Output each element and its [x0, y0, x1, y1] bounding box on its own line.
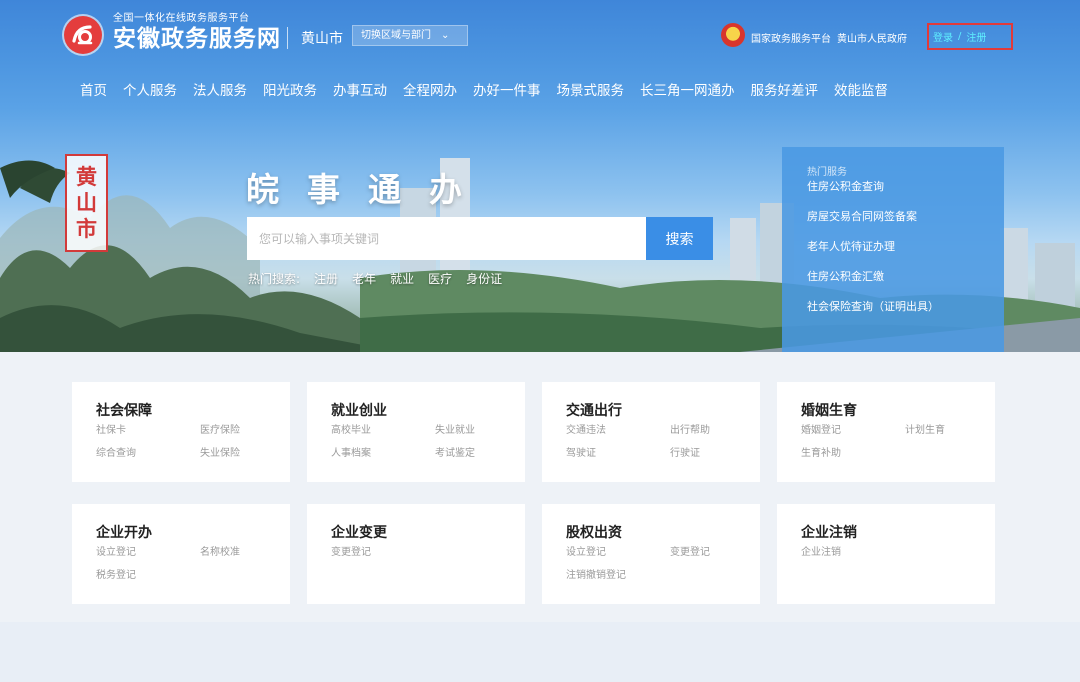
nav-item-personal[interactable]: 个人服务 [123, 79, 177, 99]
search-button[interactable]: 搜索 [646, 217, 713, 260]
category-link[interactable]: 医疗保险 [200, 424, 304, 437]
category-link[interactable]: 失业保险 [200, 447, 304, 460]
category-card-employment: 就业创业 高校毕业 失业就业 人事档案 考试鉴定 [307, 382, 525, 482]
nav-item-rating[interactable]: 服务好差评 [751, 79, 819, 99]
category-title[interactable]: 社会保障 [96, 402, 290, 420]
category-link[interactable]: 社保卡 [96, 424, 200, 437]
hot-service-item[interactable]: 社会保险查询（证明出具） [807, 299, 1004, 314]
category-title[interactable]: 交通出行 [566, 402, 760, 420]
category-link[interactable]: 交通违法 [566, 424, 670, 437]
category-title[interactable]: 就业创业 [331, 402, 525, 420]
category-link[interactable]: 设立登记 [566, 546, 670, 559]
current-city: 黄山市 [301, 31, 343, 47]
login-separator: / [958, 31, 962, 42]
site-logo-text[interactable]: 全国一体化在线政务服务平台 安徽政务服务网 [113, 13, 281, 53]
category-link[interactable]: 变更登记 [670, 546, 774, 559]
page-footer-band [0, 622, 1080, 682]
category-link[interactable]: 行驶证 [670, 447, 774, 460]
register-link[interactable]: 注册 [966, 29, 986, 44]
logo-title: 安徽政务服务网 [113, 26, 281, 52]
nav-item-scenario[interactable]: 场景式服务 [557, 79, 625, 99]
category-link[interactable]: 企业注销 [801, 546, 905, 559]
category-link[interactable]: 出行帮助 [670, 424, 774, 437]
category-link[interactable]: 人事档案 [331, 447, 435, 460]
hot-search-term[interactable]: 注册 [314, 270, 338, 287]
category-link[interactable]: 驾驶证 [566, 447, 670, 460]
category-link[interactable]: 考试鉴定 [435, 447, 539, 460]
chevron-down-icon: ⌄ [441, 30, 450, 41]
nav-item-corporate[interactable]: 法人服务 [193, 79, 247, 99]
category-card-social-security: 社会保障 社保卡 医疗保险 综合查询 失业保险 [72, 382, 290, 482]
seal-char: 黄 [76, 164, 97, 189]
category-link[interactable]: 生育补助 [801, 447, 905, 460]
category-card-equity: 股权出资 设立登记 变更登记 注销撤销登记 [542, 504, 760, 604]
nav-item-one-thing[interactable]: 办好一件事 [473, 79, 541, 99]
category-card-business-cancel: 企业注销 企业注销 [777, 504, 995, 604]
login-register-box: 登录 / 注册 [927, 23, 1013, 50]
search-input[interactable] [247, 217, 646, 260]
region-switch-dropdown[interactable]: 切换区域与部门 ⌄ [352, 25, 468, 46]
hot-service-item[interactable]: 房屋交易合同网签备案 [807, 209, 1004, 224]
hot-search-term[interactable]: 医疗 [428, 270, 452, 287]
hero-banner: 黄 山 市 皖事通办 搜索 热门搜索: 注册 老年 就业 医疗 身份证 热门服务… [0, 108, 1080, 352]
category-card-business-change: 企业变更 变更登记 [307, 504, 525, 604]
header-divider [287, 27, 288, 49]
nav-item-supervision[interactable]: 效能监督 [834, 79, 888, 99]
category-link[interactable]: 失业就业 [435, 424, 539, 437]
region-switch-label: 切换区域与部门 [361, 30, 431, 41]
category-title[interactable]: 股权出资 [566, 524, 760, 542]
nav-item-home[interactable]: 首页 [80, 79, 107, 99]
nav-item-online[interactable]: 全程网办 [403, 79, 457, 99]
hot-search-label: 热门搜索: [248, 272, 301, 286]
hot-service-item[interactable]: 住房公积金查询 [807, 179, 1004, 194]
nav-item-open-gov[interactable]: 阳光政务 [263, 79, 317, 99]
hot-services-title: 热门服务 [807, 167, 847, 178]
category-title[interactable]: 企业变更 [331, 524, 525, 542]
category-link[interactable]: 计划生育 [905, 424, 1009, 437]
logo-subtitle: 全国一体化在线政务服务平台 [113, 13, 250, 24]
gov-link-national-platform[interactable]: 国家政务服务平台 [751, 30, 831, 45]
gov-link-city-government[interactable]: 黄山市人民政府 [837, 30, 907, 45]
category-link[interactable]: 婚姻登记 [801, 424, 905, 437]
category-link[interactable]: 变更登记 [331, 546, 435, 559]
hot-search-terms: 热门搜索: 注册 老年 就业 医疗 身份证 [248, 270, 502, 287]
seal-char: 山 [76, 190, 97, 215]
city-seal: 黄 山 市 [65, 154, 108, 252]
hot-search-term[interactable]: 就业 [390, 270, 414, 287]
hot-services-panel: 热门服务 住房公积金查询 房屋交易合同网签备案 老年人优待证办理 住房公积金汇缴… [782, 147, 1004, 352]
category-card-marriage-birth: 婚姻生育 婚姻登记 计划生育 生育补助 [777, 382, 995, 482]
gov-links: 国家政务服务平台 黄山市人民政府 [751, 30, 907, 45]
nav-item-interaction[interactable]: 办事互动 [333, 79, 387, 99]
category-card-business-start: 企业开办 设立登记 名称校准 税务登记 [72, 504, 290, 604]
hot-search-term[interactable]: 老年 [352, 270, 376, 287]
hot-search-term[interactable]: 身份证 [466, 270, 502, 287]
main-nav: 首页 个人服务 法人服务 阳光政务 办事互动 全程网办 办好一件事 场景式服务 … [80, 79, 904, 99]
category-link[interactable]: 名称校准 [200, 546, 304, 559]
seal-char: 市 [76, 216, 97, 241]
nav-item-yangtze-delta[interactable]: 长三角一网通办 [640, 79, 735, 99]
hot-service-item[interactable]: 住房公积金汇缴 [807, 269, 1004, 284]
category-link[interactable]: 综合查询 [96, 447, 200, 460]
login-link[interactable]: 登录 [933, 29, 953, 44]
hero-title: 皖事通办 [246, 170, 490, 209]
category-title[interactable]: 企业注销 [801, 524, 995, 542]
hot-service-item[interactable]: 老年人优待证办理 [807, 239, 1004, 254]
category-title[interactable]: 企业开办 [96, 524, 290, 542]
search-bar: 搜索 [247, 217, 713, 260]
category-link[interactable]: 注销撤销登记 [566, 569, 670, 582]
site-logo-icon[interactable] [64, 16, 102, 54]
category-link[interactable]: 设立登记 [96, 546, 200, 559]
category-title[interactable]: 婚姻生育 [801, 402, 995, 420]
category-link[interactable]: 高校毕业 [331, 424, 435, 437]
national-emblem-icon [721, 23, 745, 47]
category-link[interactable]: 税务登记 [96, 569, 200, 582]
category-card-transport: 交通出行 交通违法 出行帮助 驾驶证 行驶证 [542, 382, 760, 482]
site-header: 全国一体化在线政务服务平台 安徽政务服务网 黄山市 切换区域与部门 ⌄ 国家政务… [0, 0, 1080, 108]
